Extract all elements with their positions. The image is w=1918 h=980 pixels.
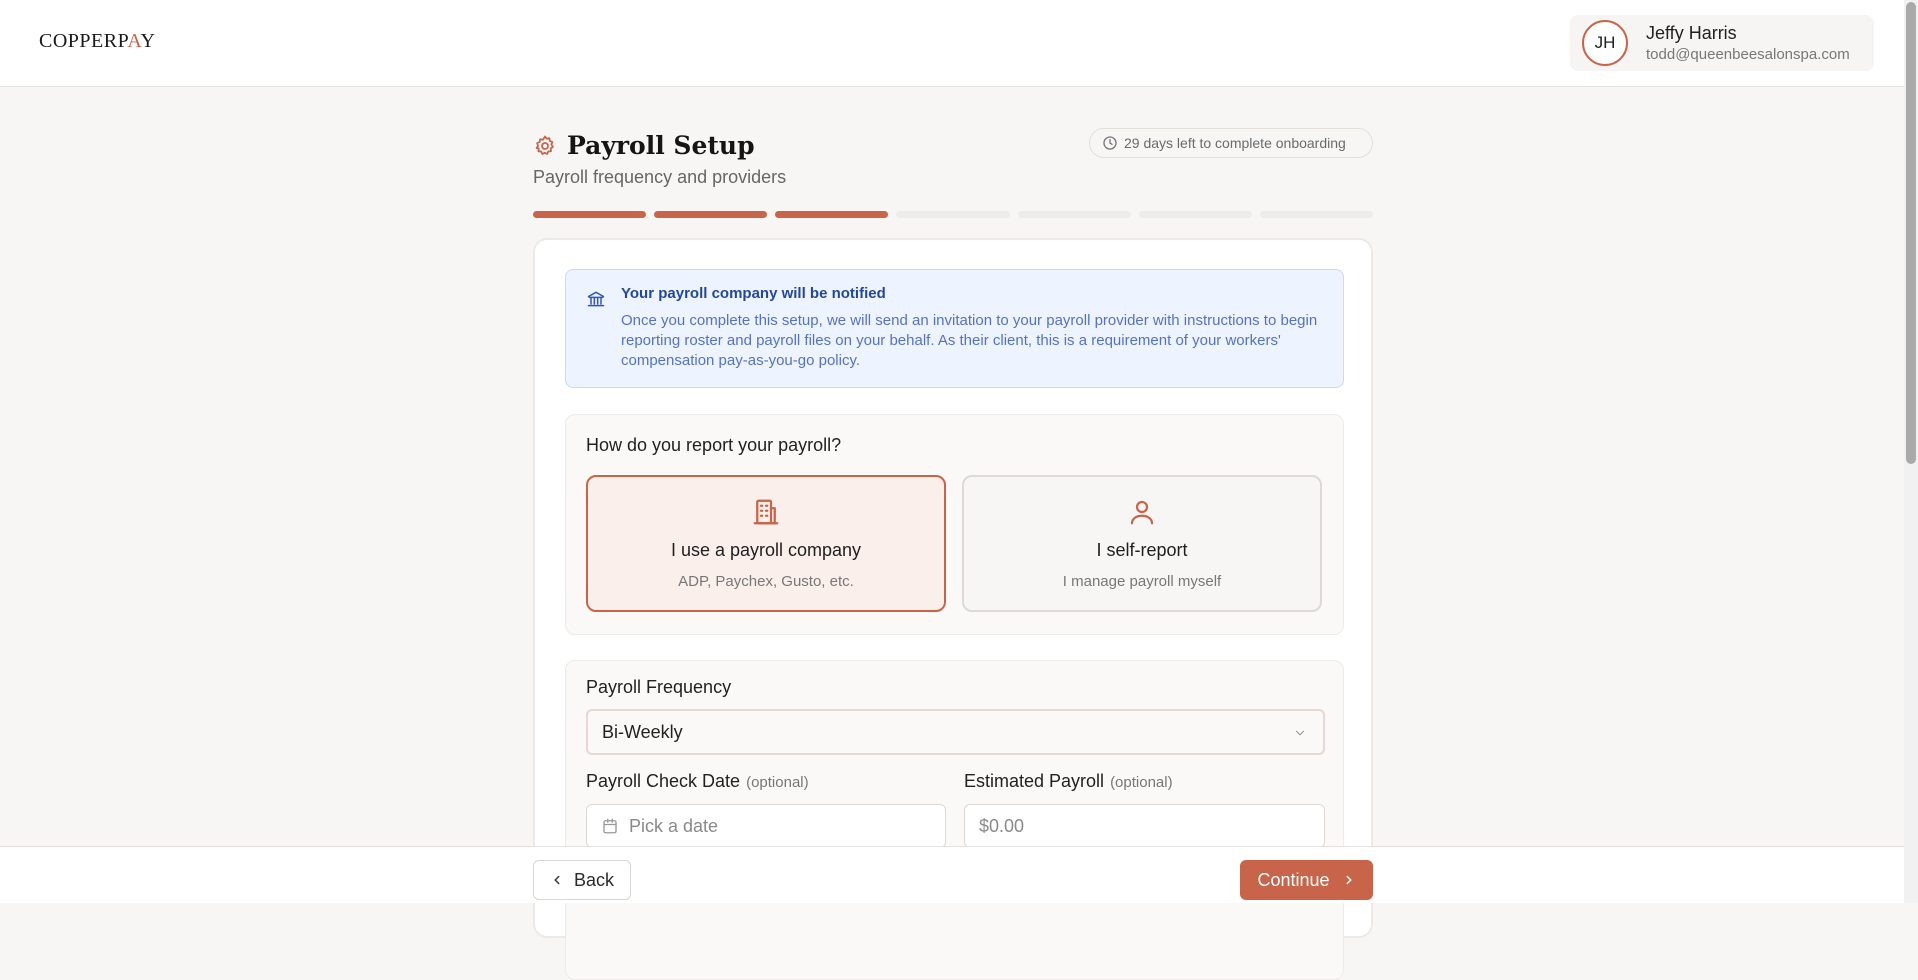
check-date-label: Payroll Check Date (optional) [586,771,809,792]
check-date-label-text: Payroll Check Date [586,771,741,791]
optional-tag: (optional) [1110,774,1173,791]
estimated-payroll-label-text: Estimated Payroll [964,771,1105,791]
progress-step [775,211,889,218]
progress-step [896,211,1010,218]
notification-banner: Your payroll company will be notified On… [565,269,1344,388]
user-email: todd@queenbeesalonspa.com [1646,46,1850,63]
gear-icon [535,135,554,155]
person-icon [1130,500,1154,525]
option-description: I manage payroll myself [1062,573,1222,590]
notice-body: Once you complete this setup, we will se… [621,312,1318,369]
scrollbar-thumb[interactable] [1906,2,1916,464]
clock-icon [1103,136,1117,150]
progress-step [1259,211,1373,218]
frequency-value: Bi-Weekly [602,721,683,742]
option-self-report[interactable]: I self-report I manage payroll myself [962,475,1322,612]
payroll-details-section: Payroll Frequency Bi-Weekly Payroll Chec… [565,660,1344,980]
step-progress [533,211,1373,218]
notice-title: Your payroll company will be notified [621,285,886,302]
footer-bar: Back Continue [0,846,1904,903]
report-question: How do you report your payroll? [586,435,842,455]
frequency-select[interactable]: Bi-Weekly [586,709,1325,755]
building-icon [753,499,779,525]
logo-text: COPPERP [39,30,128,52]
option-description: ADP, Paychex, Gusto, etc. [678,573,854,590]
option-payroll-company[interactable]: I use a payroll company ADP, Paychex, Gu… [586,475,946,612]
user-menu[interactable]: JH Jeffy Harris todd@queenbeesalonspa.co… [1570,15,1874,71]
check-date-placeholder: Pick a date [629,815,719,836]
report-method-section: How do you report your payroll? I use a … [565,414,1344,635]
logo-text-end: Y [140,30,156,52]
estimated-payroll-label: Estimated Payroll (optional) [964,771,1173,792]
option-title: I self-report [1096,540,1188,560]
progress-step [1017,211,1131,218]
check-date-input[interactable]: Pick a date [586,804,946,848]
optional-tag: (optional) [746,774,809,791]
progress-step [1138,211,1252,218]
estimated-payroll-placeholder: $0.00 [979,815,1025,836]
setup-card: Your payroll company will be notified On… [533,238,1373,980]
top-bar: COPPERPAY JH Jeffy Harris todd@queenbees… [0,0,1904,87]
page-subtitle: Payroll frequency and providers [533,167,787,187]
progress-step [654,211,768,218]
logo-accent: A [127,30,141,52]
bank-icon [587,291,605,307]
chevron-right-icon [1346,875,1352,885]
calendar-icon [603,818,617,834]
copperpay-logo[interactable]: COPPERPAY [39,30,155,53]
deadline-badge: 29 days left to complete onboarding [1089,128,1373,158]
page-title: Payroll Setup [567,131,755,160]
user-name: Jeffy Harris [1646,23,1737,43]
page-header: Payroll Setup [533,131,755,160]
back-button[interactable]: Back [533,860,631,900]
estimated-payroll-input[interactable]: $0.00 [964,804,1325,848]
chevron-left-icon [554,875,560,885]
back-label: Back [573,869,615,890]
continue-label: Continue [1257,869,1330,890]
chevron-down-icon [1295,730,1305,736]
avatar: JH [1582,20,1628,66]
deadline-text: 29 days left to complete onboarding [1124,135,1346,151]
frequency-label: Payroll Frequency [586,677,732,697]
progress-step [533,211,647,218]
continue-button[interactable]: Continue [1240,860,1373,900]
option-title: I use a payroll company [670,540,862,560]
page-scrollbar[interactable] [1904,0,1918,903]
